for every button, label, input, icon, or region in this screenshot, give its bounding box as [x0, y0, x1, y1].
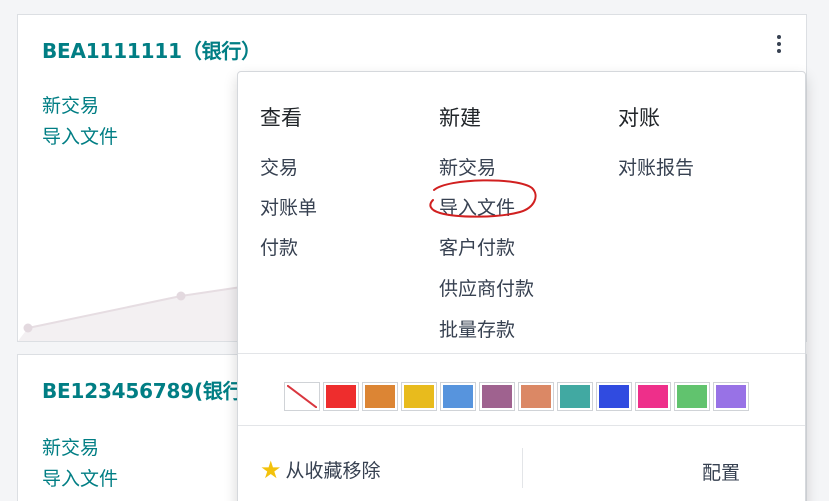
configure-button[interactable]: 配置 — [702, 458, 740, 485]
chart-point — [176, 291, 186, 301]
new-header: 新建 — [439, 106, 481, 130]
color-swatch-8[interactable] — [596, 382, 632, 411]
color-swatch-none[interactable] — [284, 382, 320, 411]
color-swatch-11[interactable] — [713, 382, 749, 411]
color-picker — [284, 382, 749, 411]
remove-from-favorites-button[interactable]: ★ 从收藏移除 — [260, 456, 381, 483]
menu-item-batch-deposit[interactable]: 批量存款 — [439, 315, 515, 342]
menu-item-vendor-payment[interactable]: 供应商付款 — [439, 274, 534, 301]
color-swatch-10[interactable] — [674, 382, 710, 411]
reconcile-header: 对账 — [618, 106, 660, 130]
color-swatch-4[interactable] — [440, 382, 476, 411]
new-transaction-link[interactable]: 新交易 — [42, 433, 99, 460]
divider — [238, 425, 805, 426]
menu-item-import-file[interactable]: 导入文件 — [439, 193, 515, 220]
menu-item-statements[interactable]: 对账单 — [260, 193, 317, 220]
footer-separator — [522, 448, 523, 488]
color-swatch-7[interactable] — [557, 382, 593, 411]
chart-point — [23, 323, 33, 333]
view-header: 查看 — [260, 106, 302, 130]
menu-item-reconciliation-report[interactable]: 对账报告 — [618, 153, 694, 180]
color-swatch-6[interactable] — [518, 382, 554, 411]
card-title[interactable]: BE123456789(银行 — [42, 375, 243, 404]
menu-item-customer-payment[interactable]: 客户付款 — [439, 233, 515, 260]
color-swatch-1[interactable] — [323, 382, 359, 411]
divider — [238, 353, 805, 354]
color-swatch-3[interactable] — [401, 382, 437, 411]
kebab-menu-icon[interactable] — [774, 35, 784, 55]
new-transaction-link[interactable]: 新交易 — [42, 91, 99, 118]
balance-line-chart — [18, 285, 248, 341]
import-file-link[interactable]: 导入文件 — [42, 122, 118, 149]
import-file-link[interactable]: 导入文件 — [42, 464, 118, 491]
remove-from-favorites-label: 从收藏移除 — [285, 460, 381, 482]
card-dropdown-menu: 查看 交易 对账单 付款 新建 新交易 导入文件 客户付款 供应商付款 批量存款… — [237, 71, 806, 501]
card-title[interactable]: BEA1111111（银行） — [42, 35, 261, 64]
color-swatch-2[interactable] — [362, 382, 398, 411]
color-swatch-5[interactable] — [479, 382, 515, 411]
star-icon: ★ — [260, 455, 282, 484]
menu-item-payments[interactable]: 付款 — [260, 233, 298, 260]
menu-item-new-transaction[interactable]: 新交易 — [439, 153, 496, 180]
color-swatch-9[interactable] — [635, 382, 671, 411]
menu-item-transactions[interactable]: 交易 — [260, 153, 298, 180]
